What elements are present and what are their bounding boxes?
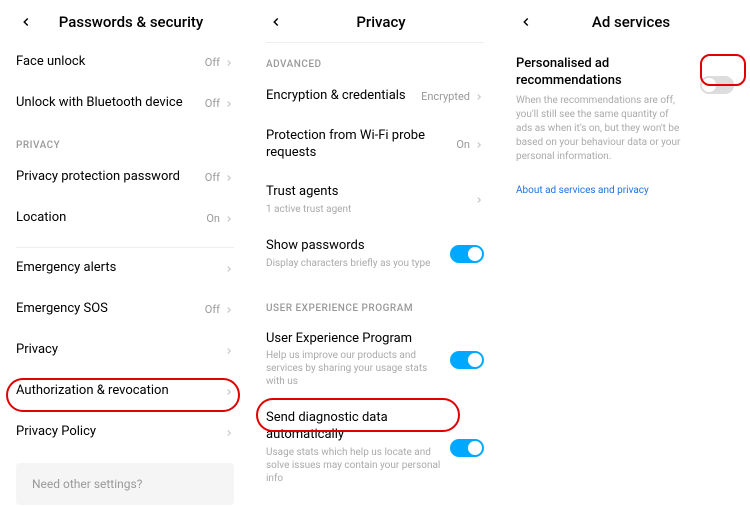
screen-passwords-security: Passwords & security Face unlock Off Unl… <box>0 0 250 506</box>
toggle-show-passwords[interactable] <box>450 245 484 263</box>
link-about-ad-services[interactable]: About ad services and privacy <box>516 185 734 196</box>
divider <box>266 42 484 43</box>
row-location[interactable]: Location On <box>16 198 234 239</box>
row-label: Encryption & credentials <box>266 88 421 105</box>
row-label: Location <box>16 210 206 227</box>
row-show-passwords[interactable]: Show passwords Display characters briefl… <box>266 227 484 281</box>
chevron-right-icon <box>224 300 234 319</box>
chevron-right-icon <box>474 190 484 209</box>
row-value: Encrypted <box>421 90 470 103</box>
row-value: Off <box>205 97 220 110</box>
chevron-right-icon <box>224 382 234 401</box>
row-authorization-revocation[interactable]: Authorization & revocation <box>16 371 234 412</box>
section-header-advanced: ADVANCED <box>266 59 484 70</box>
row-ad-services[interactable]: Ad services <box>266 496 484 506</box>
back-icon[interactable] <box>16 12 36 32</box>
section-header-uep: USER EXPERIENCE PROGRAM <box>266 303 484 314</box>
row-subtitle: Usage stats which help us locate and sol… <box>266 446 446 485</box>
header: Ad services <box>500 0 750 42</box>
row-label: Authorization & revocation <box>16 383 224 400</box>
row-emergency-sos[interactable]: Emergency SOS Off <box>16 289 234 330</box>
row-label: Personalised ad recommendations <box>516 56 700 90</box>
row-label: Emergency alerts <box>16 260 224 277</box>
row-label: Privacy Policy <box>16 424 224 441</box>
row-label: Unlock with Bluetooth device <box>16 95 205 112</box>
row-wifi-probe[interactable]: Protection from Wi-Fi probe requests On <box>266 117 484 173</box>
row-label: Protection from Wi-Fi probe requests <box>266 128 456 162</box>
row-label: Send diagnostic data automatically <box>266 410 450 444</box>
row-privacy-policy[interactable]: Privacy Policy <box>16 412 234 453</box>
row-trust-agents[interactable]: Trust agents 1 active trust agent <box>266 173 484 227</box>
row-face-unlock[interactable]: Face unlock Off <box>16 42 234 83</box>
row-label: Show passwords <box>266 238 450 255</box>
search-other-settings[interactable]: Need other settings? <box>16 463 234 505</box>
row-value: On <box>456 138 470 151</box>
row-description: When the recommendations are off, you'll… <box>516 94 686 164</box>
row-encryption[interactable]: Encryption & credentials Encrypted <box>266 76 484 117</box>
chevron-right-icon <box>224 53 234 72</box>
row-value: Off <box>205 303 220 316</box>
row-value: Off <box>205 56 220 69</box>
page-title: Ad services <box>548 13 714 31</box>
chevron-right-icon <box>474 87 484 106</box>
toggle-uep[interactable] <box>450 351 484 369</box>
row-diagnostic-data[interactable]: Send diagnostic data automatically Usage… <box>266 399 484 496</box>
chevron-right-icon <box>224 259 234 278</box>
row-subtitle: 1 active trust agent <box>266 203 446 216</box>
row-user-experience-program[interactable]: User Experience Program Help us improve … <box>266 320 484 400</box>
row-subtitle: Help us improve our products and service… <box>266 349 446 388</box>
row-bluetooth-unlock[interactable]: Unlock with Bluetooth device Off <box>16 83 234 124</box>
toggle-diagnostic[interactable] <box>450 439 484 457</box>
back-icon[interactable] <box>516 12 536 32</box>
row-privacy-protection[interactable]: Privacy protection password Off <box>16 157 234 198</box>
chevron-right-icon <box>224 94 234 113</box>
header: Passwords & security <box>0 0 250 42</box>
row-emergency-alerts[interactable]: Emergency alerts <box>16 248 234 289</box>
row-label: Emergency SOS <box>16 301 205 318</box>
page-title: Passwords & security <box>48 13 214 31</box>
page-title: Privacy <box>298 13 464 31</box>
chevron-right-icon <box>474 135 484 154</box>
row-personalised-ads[interactable]: Personalised ad recommendations When the… <box>516 42 734 175</box>
row-label: Privacy protection password <box>16 169 205 186</box>
chevron-right-icon <box>224 341 234 360</box>
row-label: Privacy <box>16 342 224 359</box>
section-header-privacy: PRIVACY <box>16 140 234 151</box>
chevron-right-icon <box>224 168 234 187</box>
row-privacy[interactable]: Privacy <box>16 330 234 371</box>
toggle-personalised-ads[interactable] <box>700 76 734 94</box>
row-label: Trust agents <box>266 184 474 201</box>
row-label: Face unlock <box>16 54 205 71</box>
row-value: Off <box>205 171 220 184</box>
back-icon[interactable] <box>266 12 286 32</box>
header: Privacy <box>250 0 500 42</box>
row-value: On <box>206 212 220 225</box>
screen-privacy: Privacy ADVANCED Encryption & credential… <box>250 0 500 506</box>
screen-ad-services: Ad services Personalised ad recommendati… <box>500 0 750 506</box>
row-label: User Experience Program <box>266 331 450 348</box>
chevron-right-icon <box>224 209 234 228</box>
chevron-right-icon <box>224 423 234 442</box>
row-subtitle: Display characters briefly as you type <box>266 257 446 270</box>
